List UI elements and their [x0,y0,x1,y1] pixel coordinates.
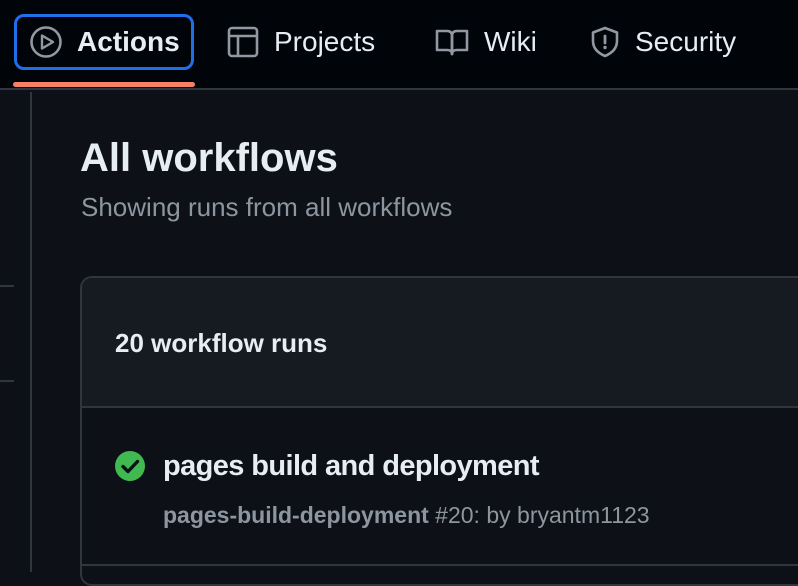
table-icon [227,26,259,58]
run-number-author: #20: by bryantm1123 [428,502,650,528]
workflow-sidebar [0,92,32,572]
page-subtitle: Showing runs from all workflows [81,192,453,222]
book-icon [435,29,469,56]
repo-nav: Actions Projects Wiki Security [0,0,798,90]
runs-count: 20 workflow runs [115,328,328,358]
tab-projects-label: Projects [274,26,376,57]
workflow-run-row[interactable]: pages build and deployment pages-build-d… [82,410,798,566]
sidebar-divider [0,285,14,287]
tab-actions[interactable]: Actions [14,14,194,70]
tab-projects[interactable]: Projects [226,14,375,70]
workflow-runs-list: 20 workflow runs pages build and deploym… [80,276,798,586]
check-circle-icon [115,451,145,481]
run-meta: pages-build-deployment #20: by bryantm11… [163,502,650,529]
play-circle-icon [30,26,62,58]
sidebar-divider [0,380,14,382]
runs-header: 20 workflow runs [82,278,798,408]
active-tab-underline [13,82,195,87]
run-workflow-name: pages-build-deployment [163,502,429,528]
tab-actions-label: Actions [77,26,180,57]
run-title-link[interactable]: pages build and deployment [163,450,540,483]
tab-security[interactable]: Security [589,14,736,70]
shield-icon [591,26,619,58]
tab-wiki[interactable]: Wiki [434,14,537,70]
tab-wiki-label: Wiki [484,26,537,57]
page-title: All workflows [80,136,338,180]
tab-security-label: Security [635,26,737,57]
